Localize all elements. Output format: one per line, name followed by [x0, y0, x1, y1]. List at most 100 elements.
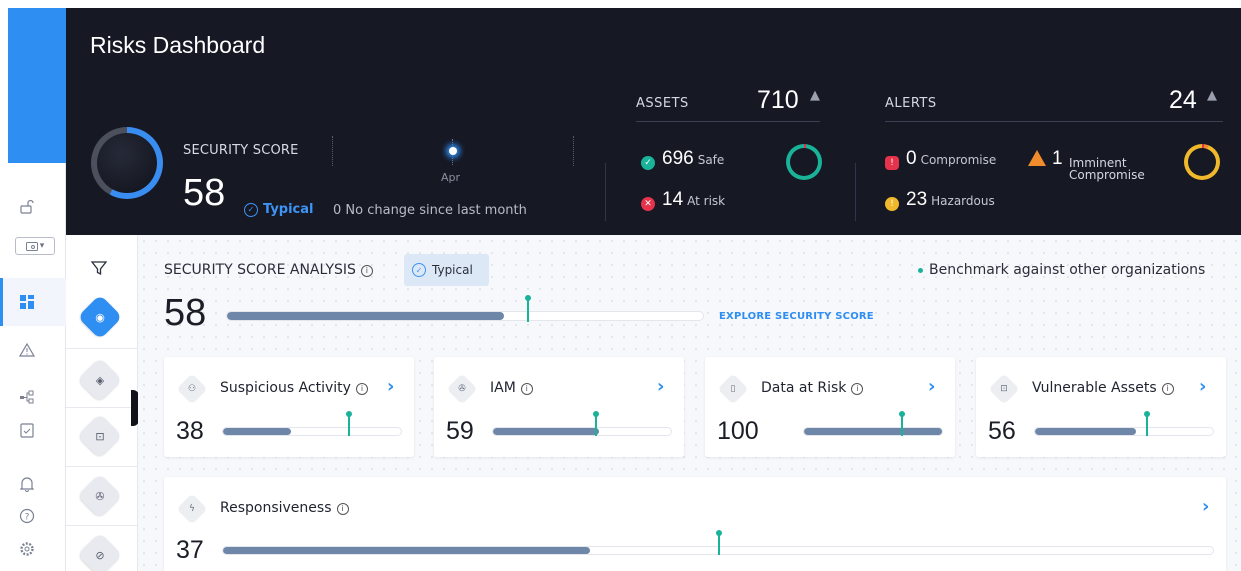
category-responsiveness-button[interactable]: ⊘	[77, 532, 123, 571]
card-title: Responsiveness i	[220, 500, 349, 516]
score-bar	[492, 427, 672, 436]
activity-icon: ⚇	[176, 373, 208, 405]
arrow-up-icon: ▲	[1207, 88, 1217, 103]
hazard-icon: !	[885, 197, 899, 211]
benchmark-marker	[716, 530, 722, 555]
score-bar-fill	[227, 312, 505, 320]
category-filter-column	[66, 235, 138, 571]
responsiveness-icon: ⊘	[95, 548, 105, 562]
assets-total[interactable]: 710	[757, 86, 799, 115]
card-score: 56	[988, 417, 1016, 445]
filter-icon[interactable]	[90, 260, 108, 280]
info-icon[interactable]: i	[360, 264, 373, 277]
card-title: Data at Risk i	[761, 380, 864, 396]
imminent-label: Imminent Compromise	[1069, 156, 1145, 182]
responsiveness-icon: ϟ	[176, 493, 208, 525]
score-bar-fill	[493, 428, 600, 435]
typical-badge: ✓ Typical	[244, 202, 314, 217]
category-iam-button[interactable]: ✇	[77, 473, 123, 519]
category-vulnerable-button[interactable]: ⊡	[77, 413, 123, 459]
info-icon[interactable]: i	[336, 502, 349, 515]
card-title-text: Vulnerable Assets	[1032, 380, 1157, 396]
chevron-right-icon[interactable]: ›	[928, 376, 935, 397]
category-card[interactable]: ▯ Data at Risk i › 100	[705, 357, 955, 457]
card-score: 37	[176, 536, 204, 564]
score-icon: ◉	[95, 310, 105, 324]
benchmark-marker	[525, 295, 532, 322]
chevron-right-icon[interactable]: ›	[1199, 376, 1206, 397]
vulnerable-icon: ⊡	[95, 429, 105, 443]
card-score: 100	[717, 417, 759, 445]
alerts-total[interactable]: 24	[1169, 86, 1197, 115]
vulnerable-icon: ⊡	[988, 373, 1020, 405]
warning-triangle-icon	[1028, 150, 1046, 166]
score-bar	[803, 427, 943, 436]
category-card[interactable]: ⚇ Suspicious Activity i › 38	[164, 357, 414, 457]
lock-icon[interactable]	[15, 195, 39, 219]
iam-icon: ✇	[446, 373, 478, 405]
timeline-point[interactable]	[449, 147, 457, 155]
chevron-right-icon[interactable]: ›	[1202, 496, 1209, 517]
category-overview-button[interactable]: ◉	[77, 294, 123, 340]
timeline-month: Apr	[441, 171, 461, 184]
category-card[interactable]: ✇ IAM i › 59	[434, 357, 684, 457]
score-bar	[1034, 427, 1214, 436]
assets-donut	[786, 144, 822, 180]
responsiveness-card[interactable]: ϟ Responsiveness i › 37	[164, 477, 1226, 571]
check-icon: ✓	[412, 263, 426, 277]
logo-text: orca	[0, 45, 15, 97]
assets-title: ASSETS	[636, 96, 689, 111]
benchmark-marker	[346, 411, 352, 436]
dashboard-header: Risks Dashboard SECURITY SCORE 58 ✓ Typi…	[66, 8, 1241, 235]
alert-icon[interactable]	[15, 338, 39, 362]
info-icon[interactable]: i	[355, 382, 368, 395]
graph-icon[interactable]	[15, 385, 39, 409]
explore-security-score-link[interactable]: EXPLORE SECURITY SCORE	[719, 311, 874, 322]
account-select[interactable]: ▾	[15, 237, 55, 255]
security-score-value: 58	[183, 172, 226, 214]
category-card[interactable]: ⊡ Vulnerable Assets i › 56	[976, 357, 1226, 457]
chevron-right-icon[interactable]: ›	[657, 376, 664, 397]
help-icon[interactable]: ?	[15, 504, 39, 528]
card-title-text: Suspicious Activity	[220, 380, 351, 396]
card-title: Vulnerable Assets i	[1032, 380, 1174, 396]
card-title: IAM i	[490, 380, 533, 396]
svg-text:?: ?	[25, 513, 30, 523]
iam-icon: ✇	[95, 489, 105, 503]
typical-badge: ✓ Typical	[404, 254, 489, 286]
score-bar-fill	[223, 428, 292, 435]
alerts-imminent[interactable]: 1	[1028, 148, 1063, 170]
alerts-compromise[interactable]: ! 0 Compromise	[885, 148, 996, 170]
assets-safe[interactable]: ✓ 696 Safe	[641, 148, 724, 170]
assets-at-risk[interactable]: ✕ 14 At risk	[641, 189, 725, 211]
benchmark-marker	[592, 411, 599, 436]
card-score: 38	[176, 417, 204, 445]
settings-icon[interactable]	[15, 537, 39, 561]
info-icon[interactable]: i	[1161, 382, 1174, 395]
file-icon: ▯	[717, 373, 749, 405]
dashboard-icon[interactable]	[15, 290, 39, 314]
info-icon[interactable]: i	[851, 382, 864, 395]
score-bar	[222, 427, 402, 436]
activity-icon: ◈	[95, 373, 105, 387]
alerts-hazardous[interactable]: ! 23 Hazardous	[885, 189, 995, 211]
card-score: 59	[446, 417, 474, 445]
alerts-donut	[1184, 144, 1220, 180]
chevron-right-icon[interactable]: ›	[387, 376, 394, 397]
card-title-text: Data at Risk	[761, 380, 847, 396]
info-icon[interactable]: i	[520, 382, 533, 395]
page-title: Risks Dashboard	[90, 32, 266, 58]
score-change-text: 0 No change since last month	[333, 203, 527, 218]
score-bar-fill	[1035, 428, 1136, 435]
shield-x-icon: ✕	[641, 197, 655, 211]
analysis-title: SECURITY SCORE ANALYSIS i	[164, 262, 373, 278]
card-title: Suspicious Activity i	[220, 380, 368, 396]
score-bar-fill	[223, 547, 591, 554]
security-score-label: SECURITY SCORE	[183, 143, 299, 158]
clipboard-icon[interactable]	[15, 418, 39, 442]
category-suspicious-button[interactable]: ◈	[77, 357, 123, 403]
benchmark-legend: Benchmark against other organizations	[918, 262, 1205, 278]
bell-icon[interactable]	[15, 472, 39, 496]
octagon-alert-icon: !	[885, 156, 899, 170]
score-bar-fill	[804, 428, 942, 435]
